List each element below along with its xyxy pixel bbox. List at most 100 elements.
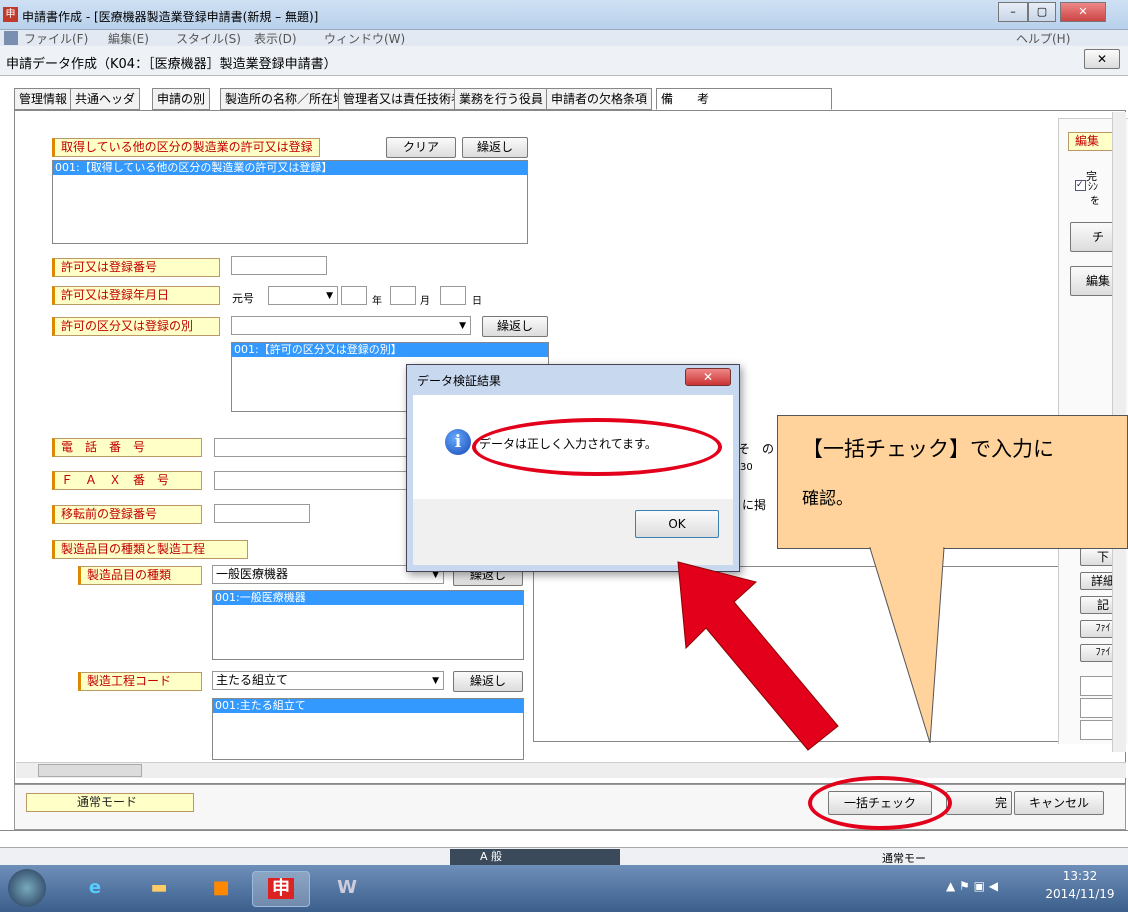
fax-input[interactable] <box>214 471 414 490</box>
grid-strip <box>0 830 1128 847</box>
products-label: 製造品目の種類と製造工程 <box>52 540 248 559</box>
month-input[interactable] <box>390 286 416 305</box>
status-mode: 通常モー <box>882 852 926 865</box>
dialog-title: データ検証結果 <box>417 374 502 388</box>
remarks-fragment-3: に掲 <box>742 498 767 512</box>
tray-icons[interactable]: ▲ ⚑ ▣ ◀ <box>946 879 998 893</box>
word-icon[interactable]: W <box>318 871 376 907</box>
subwindow-close-button[interactable]: ✕ <box>1084 49 1120 69</box>
shinsei-icon[interactable]: 申 <box>252 871 310 907</box>
tab-disqualification[interactable]: 申請者の欠格条項 <box>546 88 653 110</box>
fax-label: Ｆ Ａ Ｘ 番 号 <box>52 471 202 490</box>
maximize-button[interactable]: ▢ <box>1028 2 1056 22</box>
process-code-select[interactable]: 主たる組立て ▼ <box>212 671 444 690</box>
year-label: 年 <box>372 296 382 307</box>
cancel-button[interactable]: キャンセル <box>1014 791 1104 815</box>
ie-icon[interactable]: e <box>66 871 124 907</box>
menu-help[interactable]: ヘルプ(H) <box>1016 30 1070 47</box>
tab-officers[interactable]: 業務を行う役員 <box>454 88 549 110</box>
license-date-label: 許可又は登録年月日 <box>52 286 220 305</box>
tab-common-header[interactable]: 共通ヘッダ <box>70 88 141 110</box>
process-code-list[interactable]: 001:主たる組立て <box>212 698 524 760</box>
start-button[interactable] <box>8 869 46 907</box>
clock-date: 2014/11/19 <box>1045 887 1115 901</box>
highlight-ellipse-message <box>472 418 722 476</box>
edit-label: 編集 <box>1068 132 1118 151</box>
list-item[interactable]: 001:主たる組立て <box>213 699 523 713</box>
repeat-button-4[interactable]: 繰返し <box>453 671 523 692</box>
remarks-fragment-2: 30 <box>740 462 753 473</box>
day-label: 日 <box>472 296 482 307</box>
subwindow-title: 申請データ作成（K04：［医療機器］製造業登録申請書） <box>6 57 337 72</box>
tab-application-type[interactable]: 申請の別 <box>152 88 211 110</box>
dialog-close-button[interactable]: ✕ <box>685 368 731 386</box>
scroll-thumb[interactable] <box>38 764 142 777</box>
menu-style[interactable]: スタイル(S) <box>176 30 241 47</box>
month-label: 月 <box>420 296 430 307</box>
tab-manager[interactable]: 管理者又は責任技術者 <box>338 88 469 110</box>
doc-icon <box>4 31 18 45</box>
red-arrow <box>677 561 839 751</box>
close-button[interactable]: ✕ <box>1060 2 1106 22</box>
tab-remarks[interactable]: 備 考 <box>656 88 832 110</box>
sync-checkbox[interactable]: ✓ <box>1075 180 1086 191</box>
horizontal-scrollbar[interactable] <box>16 762 1126 778</box>
ime-bar[interactable]: A 般 <box>450 849 620 865</box>
clock-time: 13:32 <box>1062 869 1098 883</box>
chevron-down-icon: ▼ <box>432 676 439 686</box>
checkbox-label: ｼﾝ <box>1088 182 1098 193</box>
era-label: 元号 <box>232 292 254 305</box>
prev-reg-input[interactable] <box>214 504 310 523</box>
chevron-down-icon: ▼ <box>459 321 466 331</box>
repeat-button[interactable]: 繰返し <box>462 137 528 158</box>
tab-admin-info[interactable]: 管理情報 <box>14 88 73 110</box>
year-input[interactable] <box>341 286 367 305</box>
callout-line-2: 確認。 <box>802 489 853 509</box>
list-item[interactable]: 001:一般医療機器 <box>213 591 523 605</box>
app-icon: 申 <box>3 7 18 22</box>
clear-button[interactable]: クリア <box>386 137 456 158</box>
info-icon: i <box>445 429 471 455</box>
license-number-input[interactable] <box>231 256 327 275</box>
ok-button[interactable]: OK <box>635 510 719 538</box>
checkbox-label-2: を <box>1090 196 1100 207</box>
highlight-ellipse-button <box>808 776 952 830</box>
tab-factory-name[interactable]: 製造所の名称／所在地 <box>220 88 351 110</box>
folder-icon[interactable]: ▬ <box>130 871 188 907</box>
other-license-label: 取得している他の区分の製造業の許可又は登録 <box>52 138 320 157</box>
prev-reg-label: 移転前の登録番号 <box>52 505 202 524</box>
license-number-label: 許可又は登録番号 <box>52 258 220 277</box>
subwindow-title-bar: 申請データ作成（K04：［医療機器］製造業登録申請書） ✕ <box>0 46 1128 76</box>
title-bar: 申 申請書作成 - [医療機器製造業登録申請書(新規 – 無題)] – ▢ ✕ <box>0 0 1128 30</box>
era-select[interactable]: ▼ <box>268 286 338 305</box>
repeat-button-2[interactable]: 繰返し <box>482 316 548 337</box>
menu-bar: ファイル(F) 編集(E) スタイル(S) 表示(D) ウィンドウ(W) ヘルプ… <box>0 30 1128 46</box>
menu-view[interactable]: 表示(D) <box>254 30 297 47</box>
chevron-down-icon: ▼ <box>326 291 333 301</box>
remarks-fragment-1: そ の <box>738 442 775 456</box>
license-class-label: 許可の区分又は登録の別 <box>52 317 220 336</box>
outlook-icon[interactable]: ■ <box>192 871 250 907</box>
other-license-list[interactable]: 001:【取得している他の区分の製造業の許可又は登録】 <box>52 160 528 244</box>
minimize-button[interactable]: – <box>998 2 1028 22</box>
mode-indicator: 通常モード <box>26 793 194 812</box>
process-code-label: 製造工程コード <box>78 672 202 691</box>
phone-input[interactable] <box>214 438 414 457</box>
window-title: 申請書作成 - [医療機器製造業登録申請書(新規 – 無題)] <box>22 10 319 24</box>
callout-pointer <box>869 547 945 744</box>
license-class-select[interactable]: ▼ <box>231 316 471 335</box>
taskbar: e ▬ ■ 申 W 13:32 2014/11/19 ▲ ⚑ ▣ ◀ <box>0 865 1128 912</box>
list-item[interactable]: 001:【許可の区分又は登録の別】 <box>232 343 548 357</box>
menu-window[interactable]: ウィンドウ(W) <box>324 30 405 47</box>
product-type-list[interactable]: 001:一般医療機器 <box>212 590 524 660</box>
status-bar: A 般 通常モー <box>0 847 1128 865</box>
product-type-label: 製造品目の種類 <box>78 566 202 585</box>
list-item[interactable]: 001:【取得している他の区分の製造業の許可又は登録】 <box>53 161 527 175</box>
callout-box: 【一括チェック】で入力に 確認。 <box>777 415 1128 549</box>
phone-label: 電 話 番 号 <box>52 438 202 457</box>
menu-edit[interactable]: 編集(E) <box>108 30 149 47</box>
day-input[interactable] <box>440 286 466 305</box>
menu-file[interactable]: ファイル(F) <box>24 30 88 47</box>
callout-line-1: 【一括チェック】で入力に <box>802 437 1054 461</box>
complete-button[interactable]: 完 <box>946 791 1012 815</box>
